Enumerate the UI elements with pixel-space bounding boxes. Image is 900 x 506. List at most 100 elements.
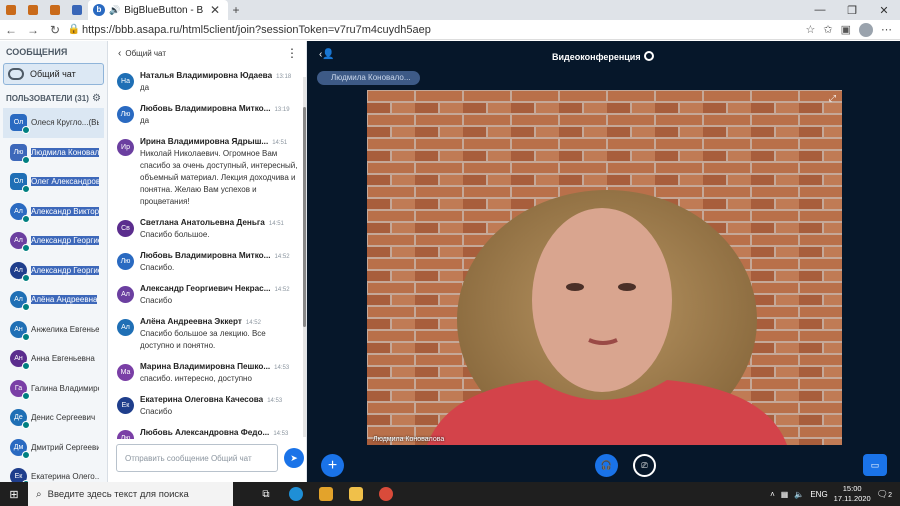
- clock-date: 17.11.2020: [833, 494, 871, 503]
- taskbar-search[interactable]: ⌕ Введите здесь текст для поиска: [28, 482, 233, 506]
- user-list-item[interactable]: АлАлександр Георгиевич: [0, 256, 107, 286]
- fullscreen-icon[interactable]: ⤢: [829, 93, 836, 104]
- avatar: Ал: [10, 232, 30, 253]
- user-list-item[interactable]: Де Денис Сергеевич: [0, 403, 107, 433]
- user-list-item[interactable]: Ол Олеся Кругло...(Вы): [3, 108, 104, 138]
- forward-icon[interactable]: →: [22, 23, 44, 37]
- scroll-thumb[interactable]: [303, 107, 306, 327]
- user-name: Олеся Кругло...(Вы): [31, 118, 99, 128]
- message-body: Александр Георгиевич Некрас... 14:52 Спаси…: [140, 284, 299, 307]
- voice-status-icon: [22, 450, 30, 459]
- browser-tab-active[interactable]: b 🔊 BigBlueButton - Видеоконф ✕: [88, 0, 228, 20]
- user-list-item[interactable]: ГаГалина Владимировна: [0, 374, 107, 404]
- search-placeholder: Введите здесь текст для поиска: [47, 488, 189, 500]
- chat-message: Лю Любовь Александровна Федо...14:53Спаси…: [108, 428, 307, 439]
- message-author: Светлана Анатольевна Деньга: [140, 218, 265, 227]
- browser-tab[interactable]: [66, 0, 88, 20]
- message-body: Любовь Владимировна Митко... 13:19 да: [140, 104, 299, 127]
- collections-icon[interactable]: ▣: [841, 23, 851, 36]
- message-text: Николай Николаевич. Огромное Вам спасибо…: [140, 149, 298, 206]
- chat-message-input[interactable]: Отправить сообщение Общий чат: [116, 444, 278, 472]
- actions-plus-button[interactable]: +: [321, 454, 344, 477]
- tab-favicon-icon: [6, 5, 16, 15]
- user-name: Александр Георгиевич: [31, 265, 99, 275]
- avatar: Ол: [10, 114, 30, 135]
- user-list-item[interactable]: ЛюЛюдмила Коновалова: [0, 138, 107, 168]
- avatar: Ек: [117, 397, 134, 414]
- camera-off-button[interactable]: ⎚: [633, 454, 656, 477]
- browser-tab[interactable]: [0, 0, 22, 20]
- record-icon[interactable]: [644, 51, 654, 61]
- chrome-icon[interactable]: [373, 482, 399, 506]
- user-list-item[interactable]: АлАлександр Георгиевич: [0, 226, 107, 256]
- browser-tab[interactable]: [44, 0, 66, 20]
- file-explorer-icon[interactable]: [343, 482, 369, 506]
- toggle-userlist-icon[interactable]: ‹👤: [319, 49, 335, 60]
- network-icon[interactable]: ▦: [781, 490, 789, 499]
- close-window-icon[interactable]: ✕: [868, 4, 900, 17]
- avatar: Ал: [117, 286, 134, 303]
- bbb-logo-icon: b: [93, 4, 105, 16]
- new-tab-button[interactable]: +: [228, 3, 244, 17]
- presentation-button[interactable]: ▭: [863, 454, 887, 476]
- refresh-icon[interactable]: ↻: [44, 23, 66, 37]
- user-list-item[interactable]: Ек Екатерина Олего...: [0, 462, 107, 482]
- outlook-icon[interactable]: [313, 482, 339, 506]
- clock[interactable]: 15:00 17.11.2020: [834, 484, 871, 504]
- maximize-icon[interactable]: ❐: [836, 4, 868, 17]
- user-list-item[interactable]: ОлОлег Александрович: [0, 167, 107, 197]
- avatar: Ек: [10, 468, 30, 482]
- minimize-icon[interactable]: —: [804, 4, 836, 17]
- gear-icon[interactable]: ⚙: [92, 93, 101, 104]
- talking-indicator: Людмила Коновало...: [317, 71, 420, 85]
- avatar: Лю: [10, 143, 30, 164]
- url-field[interactable]: https://bbb.asapa.ru/html5client/join?se…: [82, 24, 806, 36]
- back-icon[interactable]: ←: [0, 23, 22, 37]
- user-name: Олег Александрович: [31, 177, 99, 187]
- windows-start-icon[interactable]: ⊞: [0, 488, 28, 501]
- favorites-icon[interactable]: ✩: [823, 23, 832, 36]
- webcam-video[interactable]: ⤢ Людмила Коновалова: [367, 90, 842, 445]
- user-list-item[interactable]: Дм Дмитрий Сергеевич: [0, 433, 107, 463]
- chat-message: Лю Любовь Владимировна Митко... 13:19 да: [108, 104, 307, 127]
- headphones-button[interactable]: 🎧: [595, 454, 618, 477]
- close-tab-icon[interactable]: ✕: [207, 3, 223, 17]
- public-chat-item[interactable]: Общий чат: [3, 63, 104, 85]
- user-list-item[interactable]: Ан Анна Евгеньевна: [0, 344, 107, 374]
- task-view-icon[interactable]: ⧉: [253, 482, 279, 506]
- message-time: 14:51: [272, 140, 288, 146]
- message-time: 14:53: [274, 365, 290, 371]
- user-list-item[interactable]: Ал Алёна Андреевна: [0, 285, 107, 315]
- message-text: да: [140, 83, 150, 92]
- user-list-item[interactable]: АлАлександр Викторович: [0, 197, 107, 227]
- shield-icon: [72, 5, 82, 15]
- avatar: Св: [117, 220, 134, 237]
- message-meta: Наталья Владимировна Юдаева 13:18: [140, 71, 299, 80]
- profile-avatar[interactable]: [859, 22, 873, 37]
- chevron-up-icon[interactable]: ˄: [770, 490, 775, 499]
- voice-status-icon: [22, 214, 30, 223]
- message-time: 14:53: [267, 398, 283, 404]
- address-bar-row: ← → ↻ 🔒 https://bbb.asapa.ru/html5client…: [0, 20, 900, 40]
- star-icon[interactable]: ☆: [806, 23, 816, 36]
- clock-time: 15:00: [842, 484, 862, 493]
- volume-icon[interactable]: 🔈: [794, 490, 804, 499]
- conference-title: Видеоконференция: [552, 52, 641, 62]
- notifications-icon[interactable]: 🗨2: [877, 489, 892, 500]
- more-vertical-icon[interactable]: ⋮: [286, 46, 298, 60]
- speaker-icon[interactable]: 🔊: [109, 5, 120, 16]
- lock-icon[interactable]: 🔒: [66, 24, 82, 35]
- chat-scrollbar[interactable]: [303, 77, 306, 437]
- user-list-item[interactable]: АнАнжелика Евгеньевна: [0, 315, 107, 345]
- more-icon[interactable]: ⋯: [881, 23, 892, 36]
- avatar: На: [117, 73, 134, 90]
- message-body: Алёна Андреевна Эккерт 14:52 Спасибо больш…: [140, 317, 299, 352]
- voice-status-icon: [22, 421, 30, 430]
- language-indicator[interactable]: ENG: [810, 490, 827, 499]
- message-author: Наталья Владимировна Юдаева: [140, 71, 273, 80]
- send-button[interactable]: ➤: [284, 448, 304, 468]
- message-text: Спасибо большое за лекцию. Все доступно …: [140, 329, 266, 350]
- chevron-left-icon[interactable]: ‹: [118, 48, 121, 59]
- edge-icon[interactable]: [283, 482, 309, 506]
- browser-tab[interactable]: [22, 0, 44, 20]
